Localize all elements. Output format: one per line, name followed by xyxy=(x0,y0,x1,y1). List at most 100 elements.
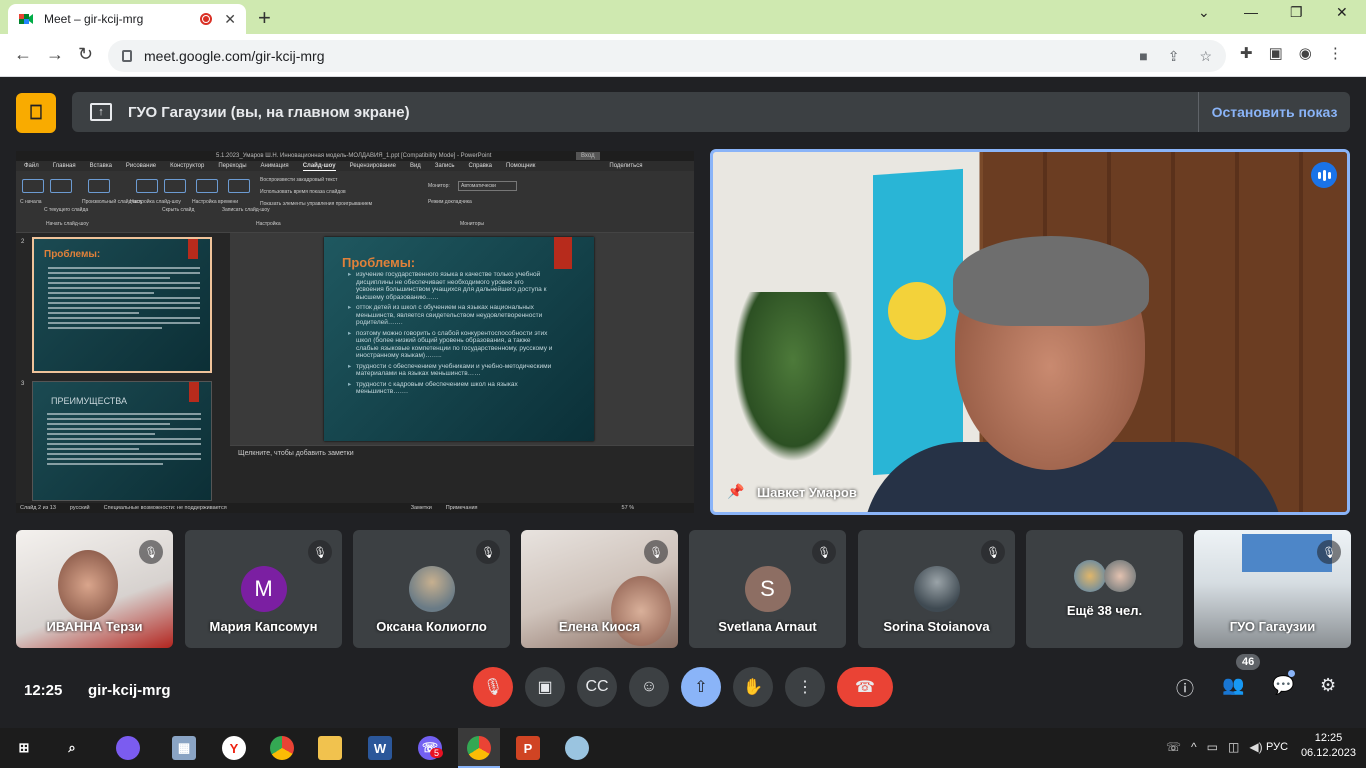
chat-icon[interactable]: 💬 xyxy=(1272,675,1294,696)
profile-avatar-icon[interactable]: ◉ xyxy=(1299,44,1312,62)
participant-name: ГУО Гагаузии xyxy=(1229,619,1316,634)
slide-bullet: трудности с обеспечением учебниками и уч… xyxy=(348,363,553,378)
clock[interactable]: 12:25 06.12.2023 xyxy=(1301,732,1356,759)
slide-thumbnail-2: Проблемы: xyxy=(32,237,212,373)
participant-tile[interactable]: 🎙 S Svetlana Arnaut xyxy=(689,530,846,648)
emoji-icon[interactable]: ☺ xyxy=(629,667,669,707)
speaker-name: Шавкет Умаров xyxy=(757,485,857,500)
lock-icon xyxy=(122,50,132,62)
volume-icon[interactable]: ◀) xyxy=(1249,740,1262,754)
raise-hand-icon[interactable]: ✋ xyxy=(733,667,773,707)
participant-avatar xyxy=(1104,560,1136,592)
participant-name: Мария Капсомун xyxy=(209,619,318,634)
ppt-rb-label: Использовать время показа слайдов xyxy=(260,189,346,195)
pin-icon[interactable]: 📌 xyxy=(727,483,744,500)
viber-tray-icon[interactable]: ☏ xyxy=(1166,740,1181,754)
participant-avatar xyxy=(913,566,960,612)
activities-icon[interactable]: ⚙ xyxy=(1320,675,1336,696)
browser-menu-icon[interactable]: ⋮ xyxy=(1328,44,1343,62)
status-notes: Заметки xyxy=(410,505,432,511)
more-participants-tile[interactable]: Ещё 38 чел. xyxy=(1026,530,1183,648)
meeting-info-icon[interactable]: ⓘ xyxy=(1176,675,1194,701)
meeting-details-logo-icon[interactable]: ⎕ xyxy=(16,93,56,133)
battery-icon[interactable]: ▭ xyxy=(1207,740,1218,754)
thumb-title: Проблемы: xyxy=(44,249,101,260)
ppt-menu-item: Справка xyxy=(468,163,493,169)
status-comments: Примечания xyxy=(445,505,478,511)
chat-notification-dot xyxy=(1288,670,1295,677)
ppt-rb-group: Настройка xyxy=(256,221,281,227)
url-text: meet.google.com/gir-kcij-mrg xyxy=(144,48,325,64)
participant-tile[interactable]: 🎙 Елена Киося xyxy=(521,530,678,648)
alice-assistant-icon[interactable] xyxy=(116,736,140,760)
mic-off-icon[interactable]: 🎙 xyxy=(473,667,513,707)
keyboard-language[interactable]: РУС xyxy=(1266,741,1288,753)
participant-tile[interactable]: 🎙 Sorina Stoianova xyxy=(858,530,1015,648)
forward-icon[interactable]: → xyxy=(46,44,64,65)
present-icon[interactable]: ⇧ xyxy=(681,667,721,707)
camera-icon[interactable]: ▣ xyxy=(525,667,565,707)
ppt-record-icon xyxy=(228,179,250,193)
network-icon[interactable]: ◫ xyxy=(1228,740,1239,754)
extensions-icon[interactable]: ✚ xyxy=(1240,44,1253,62)
reload-icon[interactable]: ↻ xyxy=(78,44,93,65)
mic-off-icon: 🎙 xyxy=(1317,540,1341,564)
participant-tile[interactable]: 🎙 ИВАННА Терзи xyxy=(16,530,173,648)
participant-tile[interactable]: 🎙 Оксана Колиогло xyxy=(353,530,510,648)
minimize-window-button[interactable]: — xyxy=(1244,4,1258,20)
status-access: Специальные возможности: не поддерживает… xyxy=(103,505,227,511)
background-plant xyxy=(733,292,853,462)
captions-icon[interactable]: CC xyxy=(577,667,617,707)
end-call-icon[interactable]: ☎ xyxy=(837,667,893,707)
more-options-icon[interactable]: ⋮ xyxy=(785,667,825,707)
yandex-browser-icon[interactable]: Y xyxy=(222,736,246,760)
ppt-rb-label: Монитор: xyxy=(428,183,450,189)
more-participants-label: Ещё 38 чел. xyxy=(1066,603,1143,618)
paint-icon[interactable] xyxy=(565,736,589,760)
side-panel-icon[interactable]: ▣ xyxy=(1269,44,1283,62)
mic-off-icon: 🎙 xyxy=(476,540,500,564)
address-bar[interactable]: meet.google.com/gir-kcij-mrg ■ ⇪ ☆ xyxy=(108,40,1226,72)
people-icon[interactable]: 👥 xyxy=(1222,675,1244,696)
participant-avatar: M xyxy=(240,566,287,612)
speaker-tile[interactable]: 📌 Шавкет Умаров xyxy=(710,149,1350,515)
tab-search-icon[interactable]: ⌄ xyxy=(1198,4,1210,21)
presentation-banner: ↑ ГУО Гагаузии (вы, на главном экране) О… xyxy=(72,92,1350,132)
slide-thumbnail-3: ПРЕИМУЩЕСТВА xyxy=(32,381,212,501)
mic-off-icon: 🎙 xyxy=(644,540,668,564)
ppt-from-start-icon xyxy=(22,179,44,193)
participant-name: Оксана Колиогло xyxy=(376,619,487,634)
participant-tile[interactable]: 🎙 ГУО Гагаузии xyxy=(1194,530,1351,648)
ppt-ribbon: С начала С текущего слайда Произвольный … xyxy=(16,171,694,233)
stop-presenting-button[interactable]: Остановить показ xyxy=(1198,92,1350,132)
ppt-rb-label: Настройка времени xyxy=(192,199,238,205)
participant-tile[interactable]: 🎙 M Мария Капсомун xyxy=(185,530,342,648)
windows-start-icon[interactable]: ⊞ xyxy=(12,736,36,760)
thumb-text-lines xyxy=(34,260,210,329)
ppt-rb-label: С текущего слайда xyxy=(44,207,89,213)
camera-permission-icon[interactable]: ■ xyxy=(1139,48,1147,65)
chrome-active-icon[interactable] xyxy=(467,736,491,760)
file-explorer-icon[interactable] xyxy=(318,736,342,760)
share-page-icon[interactable]: ⇪ xyxy=(1168,48,1180,65)
powerpoint-icon[interactable]: P xyxy=(516,736,540,760)
close-window-button[interactable]: ✕ xyxy=(1336,4,1348,21)
speaking-indicator-icon xyxy=(1311,162,1337,188)
chevron-up-icon[interactable]: ^ xyxy=(1191,740,1197,754)
ppt-menu-item: Переходы xyxy=(218,163,247,169)
new-tab-button[interactable]: + xyxy=(258,5,271,31)
viber-badge: 5 xyxy=(430,748,444,758)
search-icon[interactable]: ⌕ xyxy=(60,736,84,760)
calculator-icon[interactable]: ▦ xyxy=(172,736,196,760)
back-icon[interactable]: ← xyxy=(14,44,32,65)
restore-window-button[interactable]: ❐ xyxy=(1290,4,1303,21)
system-tray: ☏ ^ ▭ ◫ ◀) xyxy=(1166,740,1263,754)
ppt-menu-item: Анимация xyxy=(260,163,289,169)
browser-toolbar: ← → ↻ meet.google.com/gir-kcij-mrg ■ ⇪ ☆… xyxy=(0,34,1366,77)
slide-bullet: отток детей из школ с обучением на языка… xyxy=(348,304,553,327)
bookmark-star-icon[interactable]: ☆ xyxy=(1199,48,1212,65)
chrome-icon[interactable] xyxy=(270,736,294,760)
word-icon[interactable]: W xyxy=(368,736,392,760)
close-tab-icon[interactable]: ✕ xyxy=(224,11,236,28)
browser-tab-meet[interactable]: Meet – gir-kcij-mrg ✕ xyxy=(8,4,246,34)
